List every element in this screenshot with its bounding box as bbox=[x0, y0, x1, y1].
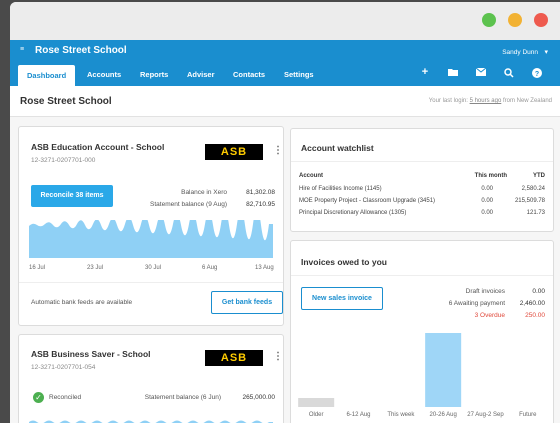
account-number: 12-3271-0207701-054 bbox=[31, 364, 96, 371]
asb-logo: ASB bbox=[205, 144, 263, 160]
account-name[interactable]: ASB Education Account - School bbox=[31, 142, 164, 152]
summary-value: 250.00 bbox=[525, 312, 545, 319]
invoices-bar-chart bbox=[298, 333, 462, 407]
bank-account-card: ASB Education Account - School 12-3271-0… bbox=[18, 126, 284, 326]
table-row[interactable]: MOE Property Project - Classroom Upgrade… bbox=[299, 198, 545, 208]
statement-balance-label: Statement balance (9 Aug) bbox=[150, 201, 227, 208]
summary-value: 0.00 bbox=[532, 288, 545, 295]
header-account: Account bbox=[299, 173, 323, 179]
invoices-card: Invoices owed to you New sales invoice D… bbox=[290, 240, 554, 423]
balance-sparkline bbox=[29, 220, 273, 258]
row-month: 0.00 bbox=[481, 210, 493, 216]
header-this-month: This month bbox=[474, 173, 507, 179]
invoice-bar[interactable] bbox=[425, 333, 462, 407]
x-tick-label: 27 Aug-2 Sep bbox=[467, 412, 504, 418]
tab-accounts[interactable]: Accounts bbox=[87, 70, 121, 79]
last-login-link[interactable]: 5 hours ago bbox=[470, 98, 502, 104]
row-ytd: 121.73 bbox=[526, 210, 545, 216]
last-login-prefix: Your last login: bbox=[428, 98, 468, 104]
maximize-button[interactable] bbox=[482, 13, 496, 27]
account-watchlist-card: Account watchlist Account This month YTD… bbox=[290, 128, 554, 232]
row-month: 0.00 bbox=[481, 198, 493, 204]
divider bbox=[291, 275, 553, 276]
row-ytd: 215,509.78 bbox=[514, 198, 545, 204]
tab-contacts[interactable]: Contacts bbox=[233, 70, 265, 79]
table-row[interactable]: Principal Discretionary Allowance (1305)… bbox=[299, 210, 545, 220]
svg-text:?: ? bbox=[535, 71, 539, 78]
reconciled-label: Reconciled bbox=[49, 394, 82, 401]
folder-icon[interactable] bbox=[447, 68, 459, 78]
watchlist-header: Account This month YTD bbox=[299, 173, 545, 183]
row-month: 0.00 bbox=[481, 186, 493, 192]
check-icon: ✓ bbox=[33, 392, 44, 403]
divider bbox=[291, 161, 553, 162]
row-account[interactable]: Principal Discretionary Allowance (1305) bbox=[299, 210, 406, 216]
row-account[interactable]: Hire of Facilities Income (1145) bbox=[299, 186, 382, 192]
date-label: 13 Aug bbox=[255, 265, 274, 271]
date-label: 30 Jul bbox=[145, 265, 162, 271]
search-icon[interactable] bbox=[503, 68, 515, 80]
bank-account-card: ASB Business Saver - School 12-3271-0207… bbox=[18, 334, 284, 423]
x-tick-label: Older bbox=[308, 412, 324, 418]
date-label: 16 Jul bbox=[29, 265, 46, 271]
invoices-title: Invoices owed to you bbox=[301, 257, 387, 267]
chevron-down-icon[interactable]: ▾ bbox=[544, 48, 548, 56]
date-label: 6 Aug bbox=[202, 265, 218, 271]
more-options-icon[interactable]: ⋮ bbox=[273, 351, 283, 362]
statement-balance-value: 265,000.00 bbox=[242, 394, 275, 401]
last-login-suffix: from New Zealand bbox=[502, 98, 552, 104]
user-menu[interactable]: Sandy Dunn bbox=[502, 49, 538, 56]
minimize-button[interactable] bbox=[508, 13, 522, 27]
menu-icon[interactable]: ≡ bbox=[20, 46, 24, 53]
summary-value: 2,460.00 bbox=[519, 300, 545, 307]
divider bbox=[19, 282, 283, 283]
statement-balance-value: 82,710.95 bbox=[246, 201, 275, 208]
help-icon[interactable]: ? bbox=[531, 68, 543, 80]
table-row[interactable]: Hire of Facilities Income (1145) 0.00 2,… bbox=[299, 186, 545, 196]
org-name[interactable]: Rose Street School bbox=[35, 45, 127, 56]
account-number: 12-3271-0207701-000 bbox=[31, 157, 96, 164]
account-name[interactable]: ASB Business Saver - School bbox=[31, 349, 151, 359]
tab-adviser[interactable]: Adviser bbox=[187, 70, 215, 79]
row-account[interactable]: MOE Property Project - Classroom Upgrade… bbox=[299, 198, 435, 204]
summary-label[interactable]: 6 Awaiting payment bbox=[449, 300, 505, 307]
invoice-bar[interactable] bbox=[298, 398, 335, 407]
header-ytd: YTD bbox=[533, 173, 545, 179]
tab-reports[interactable]: Reports bbox=[140, 70, 168, 79]
bank-feed-text: Automatic bank feeds are available bbox=[31, 299, 133, 306]
balance-xero-label: Balance in Xero bbox=[181, 189, 227, 196]
row-ytd: 2,580.24 bbox=[521, 186, 545, 192]
page-header: Rose Street School Your last login: 5 ho… bbox=[10, 86, 560, 117]
x-tick-label: 6-12 Aug bbox=[346, 412, 371, 418]
asb-logo: ASB bbox=[205, 350, 263, 366]
close-button[interactable] bbox=[534, 13, 548, 27]
window-titlebar bbox=[10, 2, 560, 40]
watchlist-title: Account watchlist bbox=[301, 143, 374, 153]
plus-icon[interactable]: + bbox=[419, 66, 431, 78]
more-options-icon[interactable]: ⋮ bbox=[273, 145, 283, 156]
summary-label[interactable]: 3 Overdue bbox=[475, 312, 505, 319]
reconcile-button[interactable]: Reconcile 38 items bbox=[31, 185, 113, 207]
balance-xero-value: 81,302.08 bbox=[246, 189, 275, 196]
tab-dashboard[interactable]: Dashboard bbox=[18, 65, 76, 86]
statement-balance-label: Statement balance (6 Jun) bbox=[144, 394, 221, 401]
x-tick-label: Future bbox=[519, 412, 537, 418]
summary-label[interactable]: Draft invoices bbox=[466, 288, 505, 295]
balance-sparkline bbox=[29, 420, 273, 423]
date-label: 23 Jul bbox=[87, 265, 104, 271]
x-tick-label: This week bbox=[387, 412, 415, 418]
page-title: Rose Street School bbox=[20, 96, 112, 107]
get-bank-feeds-button[interactable]: Get bank feeds bbox=[211, 291, 283, 314]
x-tick-label: 20-26 Aug bbox=[429, 412, 457, 418]
app-window: ≡ Rose Street School Sandy Dunn ▾ Dashbo… bbox=[10, 2, 560, 423]
last-login: Your last login: 5 hours ago from New Ze… bbox=[429, 98, 552, 104]
top-nav: ≡ Rose Street School Sandy Dunn ▾ Dashbo… bbox=[10, 40, 560, 86]
new-sales-invoice-button[interactable]: New sales invoice bbox=[301, 287, 383, 310]
tab-settings[interactable]: Settings bbox=[284, 70, 314, 79]
mail-icon[interactable] bbox=[475, 67, 487, 78]
